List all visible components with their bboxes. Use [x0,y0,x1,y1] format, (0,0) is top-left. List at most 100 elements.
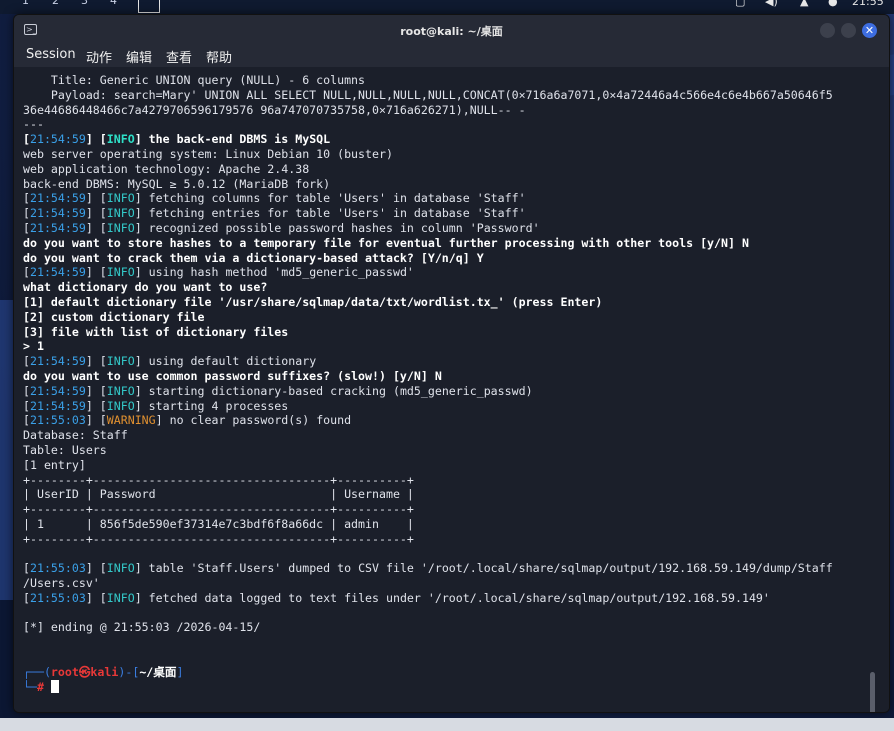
terminal-text: INFO [106,398,135,413]
terminal-text: INFO [106,191,135,206]
workspace-2[interactable]: 2 [52,0,59,7]
top-panel: 1 2 3 4 ▢ ◀) ▲ ● 21:55 [0,0,894,14]
terminal-text: ] [ [85,398,107,413]
window-icon[interactable]: ▢ [735,0,745,8]
terminal-text: ┌──( [23,664,51,679]
terminal-line: [21:54:59] [INFO] starting dictionary-ba… [23,384,833,399]
menu-session[interactable]: Session [26,47,76,62]
terminal-line: [21:54:59] [INFO] using default dictiona… [23,354,833,369]
terminal-text: ] [176,664,184,679]
terminal-text: /Users.csv' [23,576,100,591]
terminal-line: > 1 [23,339,833,354]
terminal-text: 21:54:59 [29,191,86,206]
terminal-text: INFO [106,220,135,235]
terminal-text: ] [ [85,354,107,369]
terminal-line: [1 entry] [23,458,833,473]
taskbar-bottom [0,718,894,731]
terminal-line: [21:54:59] [INFO] fetching columns for t… [23,191,833,206]
workspace-3[interactable]: 3 [81,0,88,7]
terminal-text: web application technology: Apache 2.4.3… [23,161,310,176]
terminal-text: INFO [106,561,135,576]
terminal-text: [ [23,398,30,413]
workspace-1[interactable]: 1 [22,0,29,7]
volume-icon[interactable]: ◀) [765,0,778,8]
terminal-text: ] the back-end DBMS is MySQL [134,132,331,147]
terminal-text: [*] ending @ 21:55:03 /2026-04-15/ [23,620,261,635]
terminal-line: do you want to use common password suffi… [23,369,833,384]
close-button[interactable]: ✕ [862,23,877,38]
terminal-line: Database: Staff [23,428,833,443]
terminal-text: what dictionary do you want to use? [23,280,268,295]
clock-icon: ● [828,0,838,8]
menu-view[interactable]: 查看 [166,47,192,66]
terminal-text: Payload: search=Mary' UNION ALL SELECT N… [23,87,833,102]
terminal-text: ] [ [85,413,107,428]
terminal-text: 21:55:03 [29,561,86,576]
terminal-text: INFO [106,132,135,147]
workspace-4[interactable]: 4 [110,0,117,7]
terminal-text: do you want to crack them via a dictiona… [23,250,484,265]
terminal-line: [21:54:59] [INFO] recognized possible pa… [23,221,833,236]
terminal-line: [21:55:03] [INFO] table 'Staff.Users' du… [23,561,833,576]
terminal-text: back-end DBMS: MySQL ≥ 5.0.12 (MariaDB f… [23,176,331,191]
scrollbar[interactable] [870,672,875,712]
terminal-text: 36e44686448466c7a4279706596179576 96a747… [23,102,526,117]
terminal-text: [3] file with list of dictionary files [23,324,289,339]
terminal-text: ] [ [85,383,107,398]
terminal-text: ] [ [85,132,107,147]
clock[interactable]: 21:55 [852,0,884,8]
terminal-text: ] [ [85,561,107,576]
terminal-text: INFO [106,383,135,398]
maximize-button[interactable] [841,23,856,38]
terminal-line: [21:54:59] [INFO] the back-end DBMS is M… [23,132,833,147]
terminal-text: [ [23,220,30,235]
terminal-text: Title: Generic UNION query (NULL) - 6 co… [23,73,366,87]
terminal-text: ~/桌面 [139,664,177,679]
terminal-text: └─ [23,679,37,694]
terminal-text: ] [ [85,206,107,221]
terminal-line: 36e44686448466c7a4279706596179576 96a747… [23,103,833,118]
terminal-text: 21:54:59 [29,206,86,221]
terminal-lines: Title: Generic UNION query (NULL) - 6 co… [23,73,833,694]
terminal-line: Payload: search=Mary' UNION ALL SELECT N… [23,88,833,103]
terminal-window: >_ root@kali: ~/桌面 ✕ Session 动作 编辑 查看 帮助… [13,14,890,713]
terminal-line: back-end DBMS: MySQL ≥ 5.0.12 (MariaDB f… [23,177,833,192]
terminal-line: [21:54:59] [INFO] starting 4 processes [23,399,833,414]
terminal-line: [21:54:59] [INFO] using hash method 'md5… [23,265,833,280]
terminal-text: Table: Users [23,442,107,457]
terminal-text: ] starting 4 processes [134,398,289,413]
terminal-line: Table: Users [23,443,833,458]
terminal-text: [2] custom dictionary file [23,309,205,324]
terminal-text: ] table 'Staff.Users' dumped to CSV file… [134,561,833,576]
terminal-text: | UserID | Password | Username | [23,487,414,502]
terminal-text: +--------+------------------------------… [23,472,414,487]
terminal-line: +--------+------------------------------… [23,473,833,488]
menu-actions[interactable]: 动作 [86,47,112,66]
menu-help[interactable]: 帮助 [206,47,232,66]
active-window-indicator[interactable] [138,0,160,13]
terminal-line: /Users.csv' [23,576,833,591]
terminal-line: do you want to crack them via a dictiona… [23,251,833,266]
terminal-text: ] [ [85,265,107,280]
terminal-text: | 1 | 856f5de590ef37314e7c3bdf6f8a66dc |… [23,516,414,531]
terminal-text: ] fetched data logged to text files unde… [134,590,770,605]
terminal-text: ] starting dictionary-based cracking (md… [134,383,533,398]
terminal-text: INFO [106,590,135,605]
terminal-text: 21:54:59 [29,383,86,398]
terminal-text: +--------+------------------------------… [23,531,414,546]
menu-edit[interactable]: 编辑 [126,47,152,66]
terminal-text: [ [23,383,30,398]
terminal-text: ] recognized possible password hashes in… [134,220,540,235]
terminal-text: do you want to use common password suffi… [23,368,442,383]
terminal-text: +--------+------------------------------… [23,502,414,517]
terminal-output[interactable]: Title: Generic UNION query (NULL) - 6 co… [14,67,889,712]
titlebar[interactable]: >_ root@kali: ~/桌面 ✕ [14,15,889,45]
minimize-button[interactable] [820,23,835,38]
terminal-text: INFO [106,206,135,221]
terminal-line: web application technology: Apache 2.4.3… [23,162,833,177]
terminal-text: ] [ [85,191,107,206]
terminal-text: INFO [106,265,135,280]
notification-icon[interactable]: ▲ [800,0,808,8]
